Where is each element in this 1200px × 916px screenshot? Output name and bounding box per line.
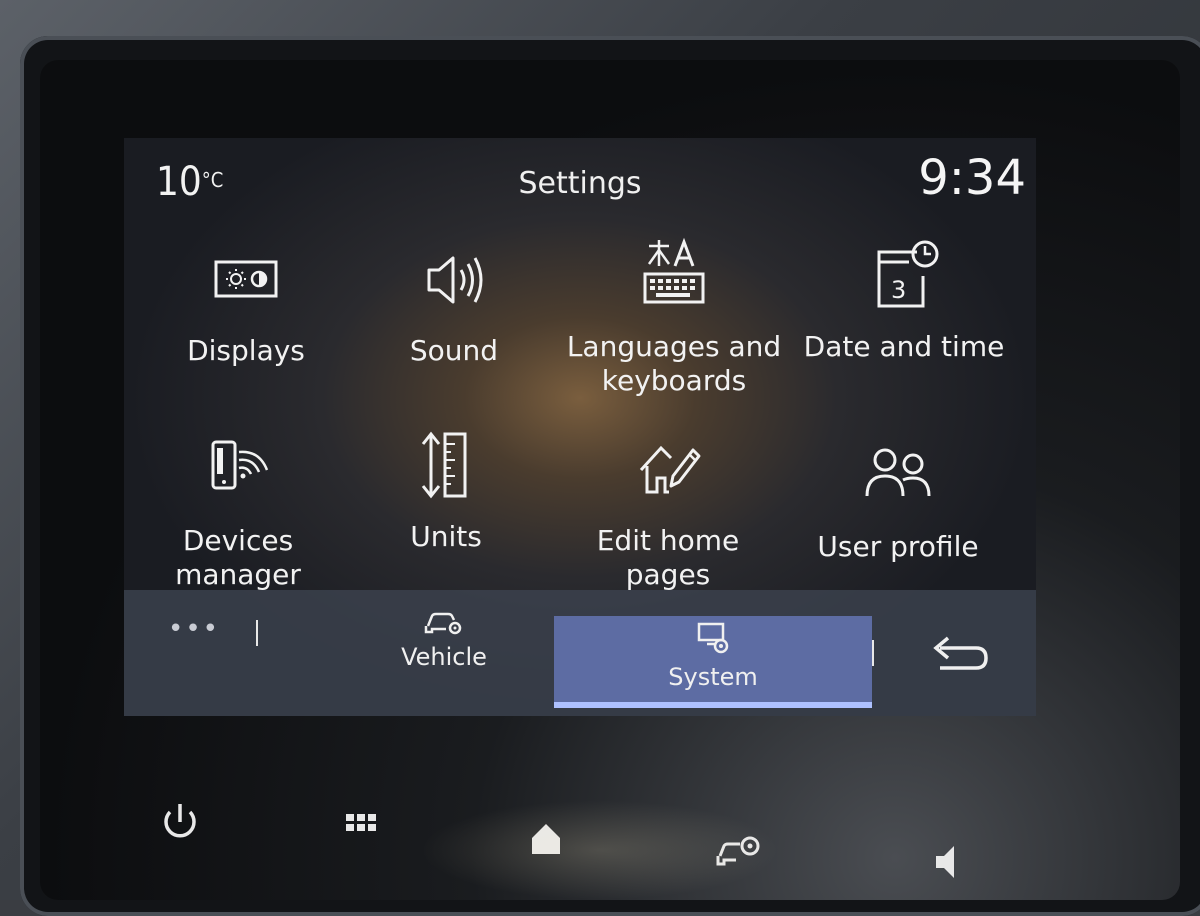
tab-vehicle-label: Vehicle bbox=[401, 643, 487, 671]
back-button[interactable] bbox=[920, 620, 1000, 680]
label-line-1: Devices bbox=[182, 524, 294, 557]
settings-item-date-time[interactable]: 3 Date and time bbox=[790, 236, 1018, 364]
settings-item-label: Edit home pages bbox=[554, 524, 782, 592]
tab-separator bbox=[872, 640, 874, 666]
settings-item-label: Units bbox=[332, 520, 560, 554]
calendar-clock-icon: 3 bbox=[877, 240, 939, 308]
vehicle-settings-icon[interactable] bbox=[712, 816, 772, 876]
display-brightness-icon bbox=[214, 260, 278, 298]
ruler-arrows-icon bbox=[421, 431, 467, 499]
svg-text:3: 3 bbox=[891, 276, 906, 304]
more-menu-button[interactable]: ••• bbox=[168, 614, 220, 644]
apps-grid-icon[interactable] bbox=[332, 796, 392, 856]
speaker-icon bbox=[427, 256, 483, 304]
settings-item-label: Sound bbox=[340, 334, 568, 368]
settings-item-devices-manager[interactable]: Devices manager bbox=[124, 430, 352, 592]
settings-item-user-profile[interactable]: User profile bbox=[784, 436, 1012, 564]
label-line-1: Edit home bbox=[596, 524, 740, 557]
tab-separator bbox=[256, 620, 258, 646]
label-line-1: Sound bbox=[409, 334, 499, 367]
page-title: Settings bbox=[518, 166, 642, 201]
label-line-1: Displays bbox=[187, 334, 305, 367]
clock: 9:34 bbox=[918, 150, 1026, 206]
settings-item-label: Devices manager bbox=[124, 524, 352, 592]
settings-item-label: User profile bbox=[784, 530, 1012, 564]
settings-item-sound[interactable]: Sound bbox=[340, 240, 568, 368]
label-line-2: manager bbox=[175, 558, 301, 591]
system-settings-icon bbox=[697, 622, 729, 654]
hardware-dock bbox=[120, 780, 1000, 880]
vehicle-settings-icon bbox=[424, 612, 462, 635]
users-icon bbox=[865, 448, 931, 497]
settings-item-label: Languages and keyboards bbox=[560, 330, 788, 398]
label-line-1: User profile bbox=[817, 530, 979, 563]
home-edit-icon bbox=[639, 445, 701, 494]
settings-item-displays[interactable]: Displays bbox=[132, 240, 360, 368]
power-icon[interactable] bbox=[150, 792, 210, 852]
infotainment-screen: 10°C Settings 9:34 Displays Sound Langua… bbox=[124, 138, 1036, 716]
label-line-1: Languages and bbox=[566, 330, 782, 363]
settings-item-edit-home-pages[interactable]: Edit home pages bbox=[554, 430, 782, 592]
label-line-2: pages bbox=[625, 558, 711, 591]
tab-system-label: System bbox=[668, 663, 758, 691]
volume-icon[interactable] bbox=[920, 832, 980, 892]
settings-item-languages-keyboards[interactable]: Languages and keyboards bbox=[560, 236, 788, 398]
home-icon[interactable] bbox=[516, 810, 576, 870]
label-line-1: Units bbox=[410, 520, 482, 553]
phone-wifi-icon bbox=[211, 440, 269, 490]
label-line-1: Date and time bbox=[803, 330, 1005, 363]
settings-item-units[interactable]: Units bbox=[332, 426, 560, 554]
language-keyboard-icon bbox=[643, 237, 705, 304]
label-line-2: keyboards bbox=[601, 364, 747, 397]
tab-system[interactable]: System bbox=[554, 616, 872, 708]
tab-vehicle[interactable]: Vehicle bbox=[344, 604, 544, 702]
settings-item-label: Date and time bbox=[790, 330, 1018, 364]
settings-item-label: Displays bbox=[132, 334, 360, 368]
category-tab-bar: ••• Vehicle System bbox=[124, 590, 1036, 716]
